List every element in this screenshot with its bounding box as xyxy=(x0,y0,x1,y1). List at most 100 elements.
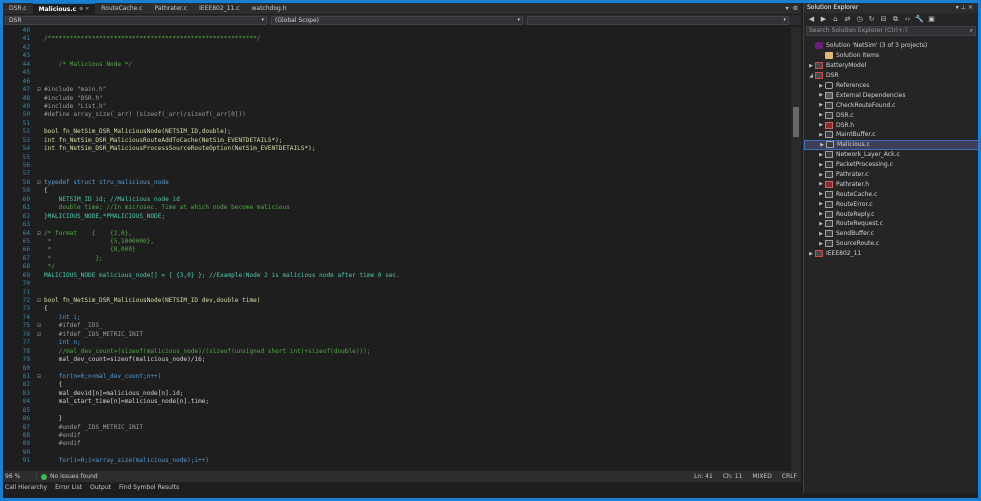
back-icon[interactable]: ◀ xyxy=(807,15,816,23)
tree-item[interactable]: ▶ PacketProcessing.c xyxy=(804,160,979,170)
code-line[interactable]: 45 xyxy=(3,69,791,77)
expand-arrow-icon[interactable]: ▶ xyxy=(817,102,825,108)
tree-item[interactable]: ▶ RouteCache.c xyxy=(804,189,979,199)
close-icon[interactable]: ⊕ × xyxy=(79,4,89,15)
code-line[interactable]: 47 ⊟ #include "main.h" xyxy=(3,86,791,94)
code-area[interactable]: 40 41 /***********************************… xyxy=(3,27,791,471)
issues-indicator[interactable]: No issues found xyxy=(37,473,98,480)
tree-item[interactable]: ▶ Malicious.c xyxy=(804,139,979,150)
expand-arrow-icon[interactable]: ▶ xyxy=(817,152,825,158)
solution-search-input[interactable]: Search Solution Explorer (Ctrl+;) ⌕ xyxy=(806,26,976,36)
code-line[interactable]: 40 xyxy=(3,27,791,35)
code-line[interactable]: 53 int fn_NetSim_DSR_MaliciousRouteAddToC… xyxy=(3,137,791,145)
code-line[interactable]: 86 } xyxy=(3,415,791,423)
forward-icon[interactable]: ▶ xyxy=(819,15,828,23)
tree-item[interactable]: Solution Items xyxy=(804,51,979,61)
preview-icon[interactable]: ▣ xyxy=(927,15,936,23)
code-line[interactable]: 85 xyxy=(3,407,791,415)
code-line[interactable]: 66 * {8,000} xyxy=(3,246,791,254)
tab-pathrater-c[interactable]: Pathrater.c xyxy=(149,3,194,14)
expand-arrow-icon[interactable]: ▶ xyxy=(817,92,825,98)
tree-item[interactable]: ▶ DSR.c xyxy=(804,110,979,120)
code-line[interactable]: 49 #include "List.h" xyxy=(3,103,791,111)
tree-item[interactable]: ▶ SourceRoute.c xyxy=(804,239,979,249)
tab-malicious-c[interactable]: Malicious.c ⊕ × xyxy=(32,3,96,15)
close-icon[interactable]: × xyxy=(968,4,975,11)
tree-item[interactable]: ▶ IEEE802_11 xyxy=(804,249,979,259)
vertical-scrollbar[interactable] xyxy=(791,27,801,471)
code-line[interactable]: 60 NETSIM_ID id; //Malicious node id xyxy=(3,196,791,204)
expand-arrow-icon[interactable]: ▶ xyxy=(817,112,825,118)
code-line[interactable]: 54 int fn_NetSim_DSR_MaliciousProcessSour… xyxy=(3,145,791,153)
code-line[interactable]: 41 /*************************************… xyxy=(3,35,791,43)
tree-item[interactable]: ▶ RouteRequest.c xyxy=(804,219,979,229)
expand-arrow-icon[interactable]: ▶ xyxy=(817,211,825,217)
scope-dropdown[interactable]: (Global Scope) ▾ xyxy=(271,15,523,25)
collapse-icon[interactable]: ⊟ xyxy=(34,179,44,187)
code-line[interactable]: 91 for(i=0;i<array_size(malicious_node);… xyxy=(3,457,791,465)
code-line[interactable]: 64 ⊟/* format { {2,0}, xyxy=(3,230,791,238)
code-line[interactable]: 58 ⊟ typedef struct stru_malicious_node xyxy=(3,179,791,187)
line-ending[interactable]: CRLF xyxy=(782,473,797,480)
code-line[interactable]: 59 { xyxy=(3,187,791,195)
tree-item[interactable]: ▶ Pathrater.c xyxy=(804,170,979,180)
tree-item[interactable]: ▶ SendBuffer.c xyxy=(804,229,979,239)
code-line[interactable]: 78 //mal_dev_count=(sizeof(malicious_nod… xyxy=(3,348,791,356)
code-line[interactable]: 82 { xyxy=(3,381,791,389)
code-line[interactable]: 52 bool fn_NetSim_DSR_MaliciousNode(NETSI… xyxy=(3,128,791,136)
collapse-icon[interactable]: ⊟ xyxy=(34,331,44,339)
tab-dsr-c[interactable]: DSR.c xyxy=(3,3,33,14)
code-line[interactable]: 43 xyxy=(3,52,791,60)
properties-icon[interactable]: 🔧 xyxy=(915,15,924,23)
code-line[interactable]: 51 xyxy=(3,120,791,128)
code-line[interactable]: 68 */ xyxy=(3,263,791,271)
tree-item[interactable]: ▶ Pathrater.h xyxy=(804,179,979,189)
code-line[interactable]: 44 /* Malicious Node */ xyxy=(3,61,791,69)
expand-arrow-icon[interactable]: ◢ xyxy=(807,73,815,79)
code-line[interactable]: 46 xyxy=(3,78,791,86)
show-all-files-icon[interactable]: ⧉ xyxy=(891,15,900,24)
tree-item[interactable]: ▶ RouteReply.c xyxy=(804,209,979,219)
tree-item[interactable]: ◢ DSR xyxy=(804,71,979,81)
tree-item[interactable]: ▶ CheckRouteFound.c xyxy=(804,100,979,110)
expand-arrow-icon[interactable]: ▶ xyxy=(817,83,825,89)
code-line[interactable]: 89 #endif xyxy=(3,440,791,448)
expand-arrow-icon[interactable]: ▶ xyxy=(817,221,825,227)
switch-views-icon[interactable]: ⇄ xyxy=(843,15,852,23)
pending-changes-icon[interactable]: ◷ xyxy=(855,15,864,23)
code-line[interactable]: 75 ⊟ #ifdef _IDS_ xyxy=(3,322,791,330)
pin-icon[interactable]: ⊥ xyxy=(961,4,968,11)
code-line[interactable]: 48 #include "DSR.h" xyxy=(3,95,791,103)
code-view-icon[interactable]: ‹› xyxy=(903,15,912,23)
expand-arrow-icon[interactable]: ▶ xyxy=(807,63,815,69)
expand-arrow-icon[interactable]: ▶ xyxy=(817,241,825,247)
code-line[interactable]: 72 ⊟ bool fn_NetSim_DSR_MaliciousNode(NETS… xyxy=(3,297,791,305)
line-number[interactable]: Ln: 41 xyxy=(694,473,713,480)
project-dropdown[interactable]: DSR ▾ xyxy=(5,15,267,25)
code-line[interactable]: 73 { xyxy=(3,305,791,313)
code-line[interactable]: 55 xyxy=(3,154,791,162)
code-line[interactable]: 65 * {5,1000000}, xyxy=(3,238,791,246)
tab-ieee802-11-c[interactable]: IEEE802_11.c xyxy=(193,3,245,14)
expand-arrow-icon[interactable]: ▶ xyxy=(817,231,825,237)
code-line[interactable]: 63 xyxy=(3,221,791,229)
tool-tab-output[interactable]: Output xyxy=(90,482,111,493)
code-line[interactable]: 90 xyxy=(3,449,791,457)
char-number[interactable]: Ch: 11 xyxy=(723,473,743,480)
home-icon[interactable]: ⌂ xyxy=(831,15,840,23)
tree-item[interactable]: ▶ External Dependencies xyxy=(804,90,979,100)
collapse-icon[interactable]: ⊟ xyxy=(34,297,44,305)
expand-arrow-icon[interactable]: ▶ xyxy=(807,251,815,257)
code-line[interactable]: 56 xyxy=(3,162,791,170)
code-line[interactable]: 69 MALICIOUS_NODE malicious_node[] = { {3… xyxy=(3,272,791,280)
code-line[interactable]: 70 xyxy=(3,280,791,288)
code-line[interactable]: 42 xyxy=(3,44,791,52)
code-line[interactable]: 76 ⊟ #ifdef _IDS_METRIC_INIT xyxy=(3,331,791,339)
expand-arrow-icon[interactable]: ▶ xyxy=(818,142,826,148)
collapse-all-icon[interactable]: ⊟ xyxy=(879,15,888,23)
code-line[interactable]: 74 int i; xyxy=(3,314,791,322)
tree-item[interactable]: ▶ MaintBuffer.c xyxy=(804,130,979,140)
code-line[interactable]: 67 * }; xyxy=(3,255,791,263)
expand-arrow-icon[interactable]: ▶ xyxy=(817,122,825,128)
code-line[interactable]: 88 #endif xyxy=(3,432,791,440)
